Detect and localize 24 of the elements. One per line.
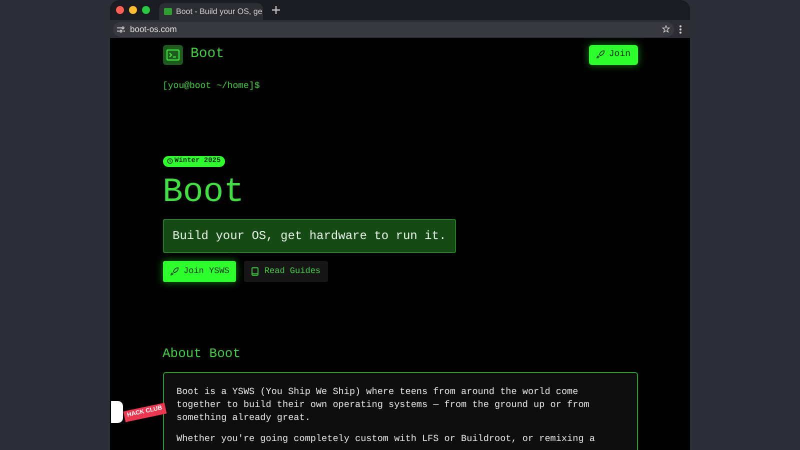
browser-tab[interactable]: Boot - Build your OS, ge [159, 3, 263, 20]
clock-icon [166, 158, 172, 164]
join-ysws-button[interactable]: Join YSWS [162, 260, 236, 282]
about-paragraph: Boot is a YSWS (You Ship We Ship) where teens from around the world come together to build their own operating systems — from the ground up or from something already great. [176, 385, 590, 424]
book-icon [251, 266, 260, 276]
site-settings-icon[interactable] [117, 26, 125, 32]
read-guides-button[interactable]: Read Guides [244, 260, 328, 282]
tab-title: Boot - Build your OS, ge [176, 6, 262, 18]
url-text: boot-os.com [130, 22, 177, 36]
new-tab-icon[interactable] [272, 6, 280, 14]
about-paragraph: Whether you're going completely custom with LFS or Buildroot, or remixing a [176, 432, 596, 445]
terminal-logo-icon [162, 44, 182, 64]
join-button[interactable]: Join [588, 44, 638, 64]
star-icon[interactable] [662, 25, 670, 33]
hero-title: Boot [162, 172, 244, 212]
favicon-icon [164, 8, 172, 15]
rocket-icon [596, 50, 605, 59]
address-bar[interactable]: boot-os.com [113, 22, 674, 36]
section-heading: About Boot [162, 344, 241, 362]
tagline-box: Build your OS, get hardware to run it. [162, 218, 456, 252]
rocket-icon [170, 266, 178, 276]
logo-text[interactable]: Boot [190, 44, 224, 65]
menu-icon[interactable] [679, 24, 682, 34]
shell-prompt: [you@boot ~/home]$ [162, 80, 260, 93]
